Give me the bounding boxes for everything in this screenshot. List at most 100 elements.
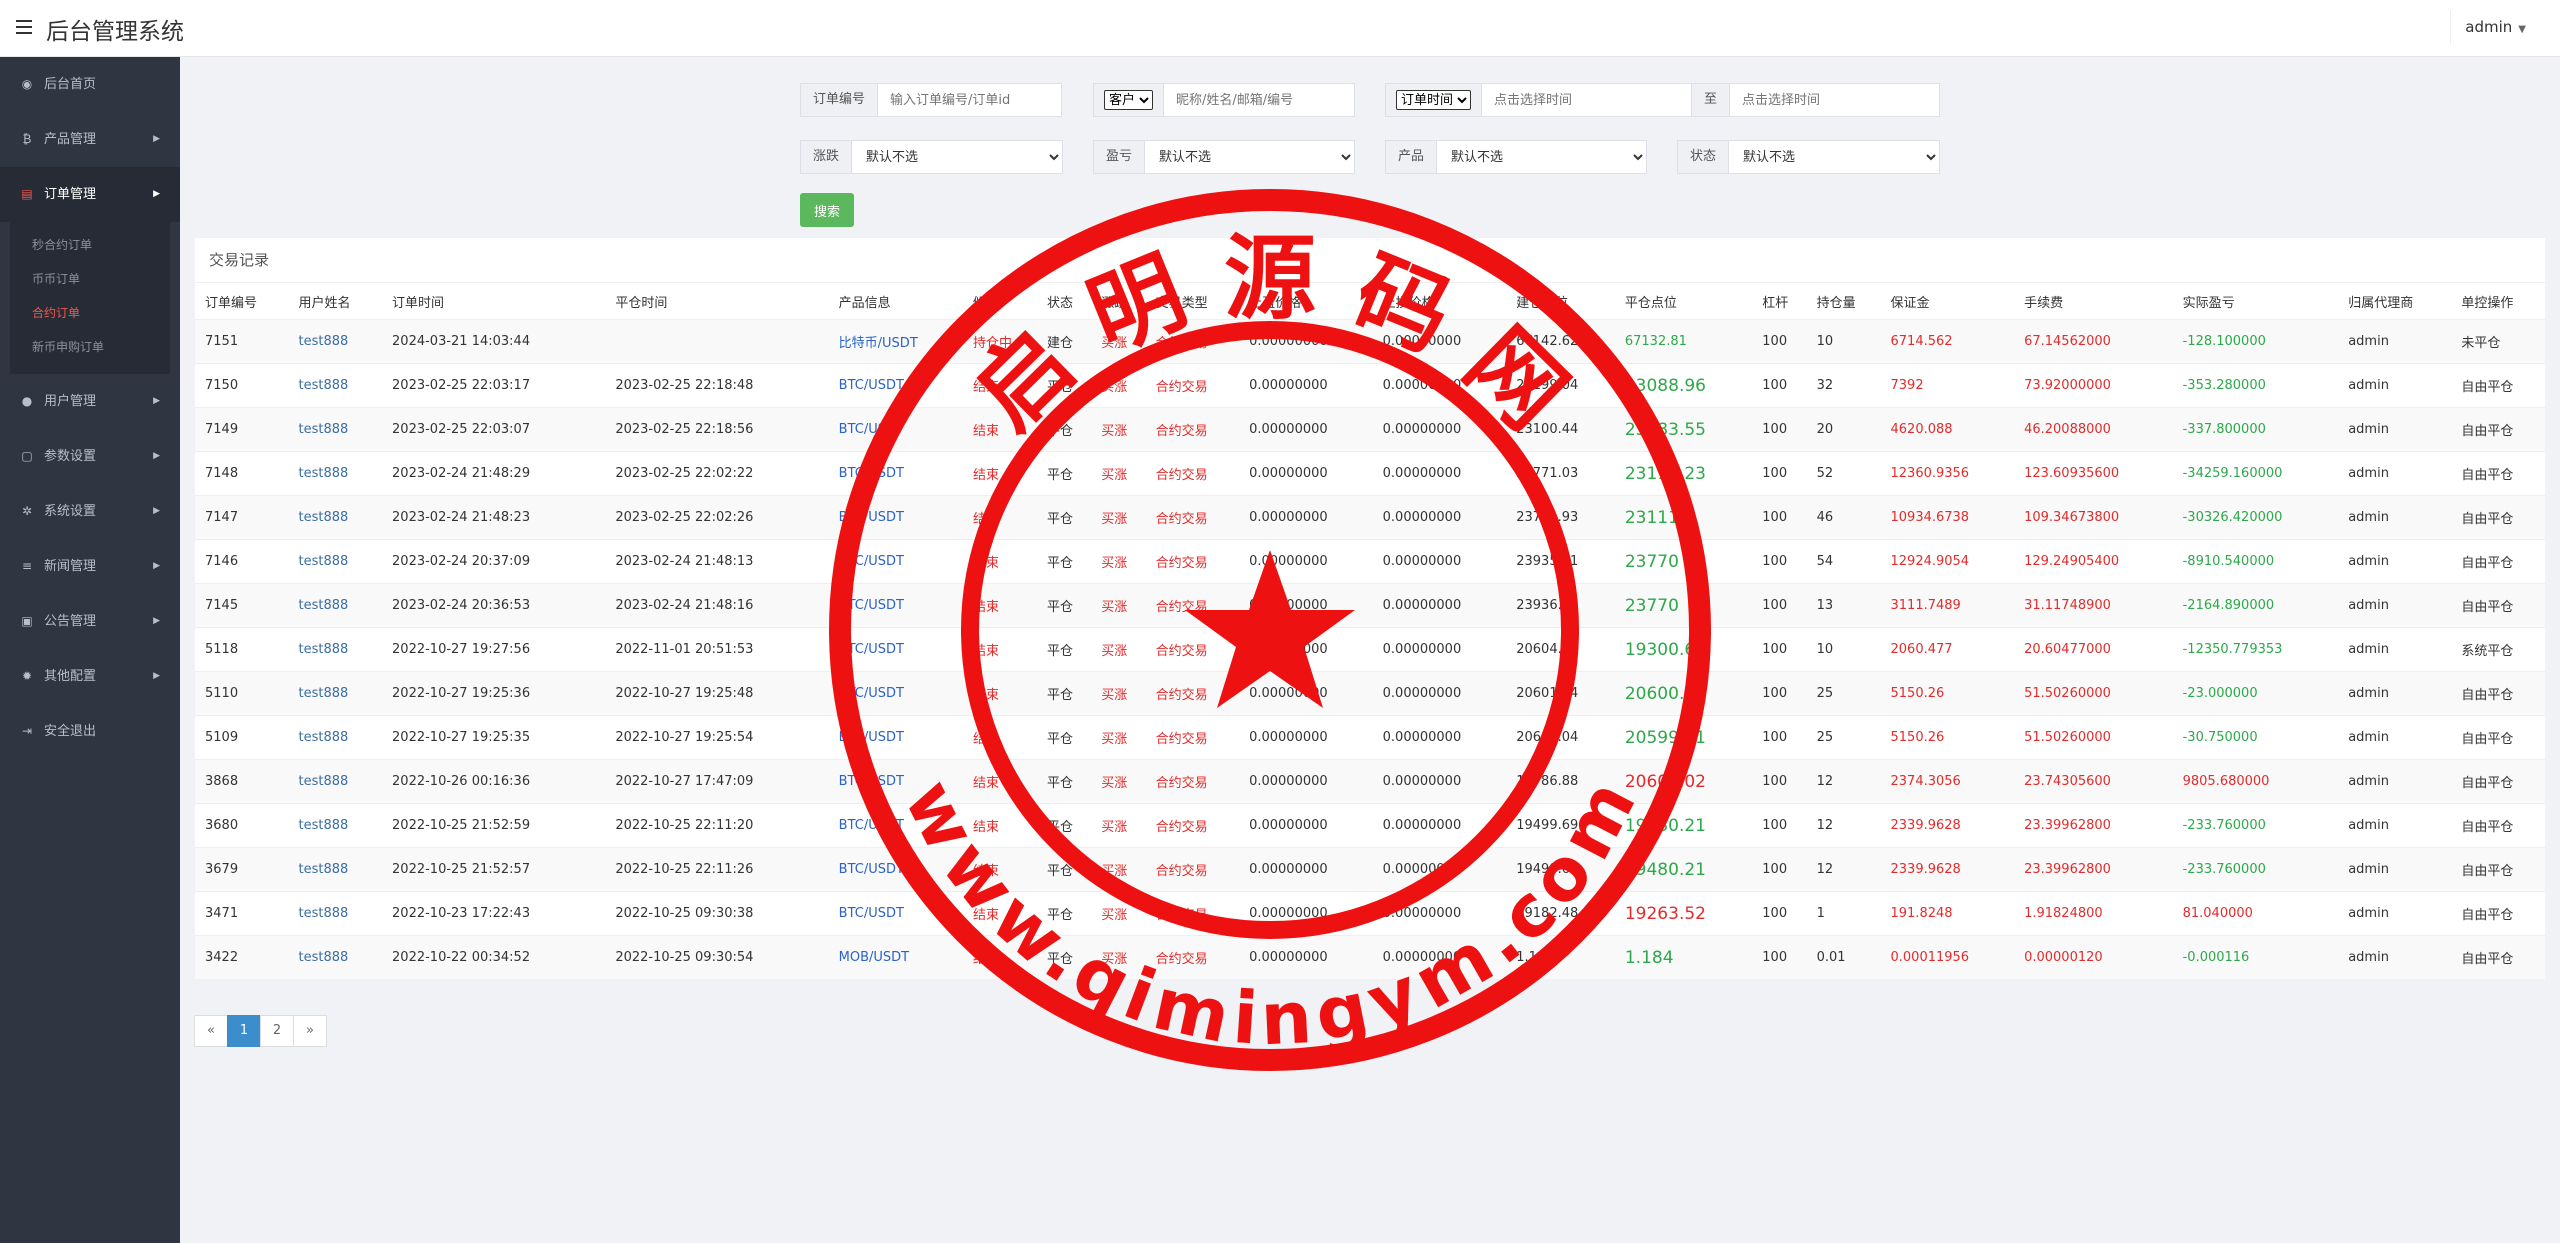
table-cell[interactable]: BTC/USDT (828, 715, 964, 760)
table-cell[interactable]: 自由平仓 (2451, 715, 2545, 760)
table-cell: -34259.160000 (2172, 451, 2339, 496)
product-select[interactable]: 默认不选 (1437, 141, 1646, 173)
column-header: 订单编号 (195, 282, 289, 320)
table-cell[interactable]: 自由平仓 (2451, 803, 2545, 848)
trade-table: 订单编号 用户姓名 订单时间 平仓时间 产品信息 倾向 状态 涨跌 交易类型 止盈价格 止损价格 建仓… (195, 282, 2545, 979)
table-cell: 合约交易 (1145, 319, 1240, 364)
table-cell: 1.184 (1614, 935, 1753, 979)
table-cell: 100 (1752, 715, 1807, 760)
table-cell[interactable]: 自由平仓 (2451, 891, 2545, 936)
table-cell[interactable]: 系统平仓 (2451, 627, 2545, 672)
table-cell: test888 (288, 759, 383, 804)
table-cell: 2022-10-22 00:34:52 (382, 935, 606, 979)
table-cell[interactable]: MOB/USDT (828, 935, 964, 979)
order-no-input[interactable] (878, 84, 1061, 116)
table-cell[interactable]: 自由平仓 (2451, 495, 2545, 540)
table-cell[interactable]: BTC/USDT (828, 627, 964, 672)
submenu-item-0[interactable]: 秒合约订单 (0, 228, 170, 262)
table-cell: 平仓 (1036, 671, 1092, 716)
table-cell: 67.14562000 (2014, 319, 2173, 364)
table-cell: 5110 (195, 671, 289, 716)
status-select[interactable]: 默认不选 (1729, 141, 1939, 173)
page-next-button[interactable]: » (293, 1015, 327, 1047)
table-cell[interactable]: BTC/USDT (828, 847, 964, 892)
table-cell: admin (2338, 363, 2452, 408)
profit-select[interactable]: 默认不选 (1145, 141, 1354, 173)
table-cell: 买涨 (1091, 583, 1146, 628)
sidebar-item-3[interactable]: ● 用户管理 ▶ (0, 374, 180, 429)
table-cell: 5150.26 (1880, 715, 2015, 760)
table-cell: 23.39962800 (2014, 803, 2173, 848)
table-cell[interactable]: 自由平仓 (2451, 759, 2545, 804)
sidebar-item-7[interactable]: ▣ 公告管理 ▶ (0, 594, 180, 649)
table-cell[interactable]: BTC/USDT (828, 539, 964, 584)
table-cell: 平仓 (1036, 891, 1092, 936)
table-cell: 100 (1752, 671, 1807, 716)
table-cell: 1.91824800 (2014, 891, 2173, 936)
page-prev-button[interactable]: « (194, 1015, 228, 1047)
table-cell: 191.8248 (1880, 891, 2015, 936)
table-cell: 2023-02-25 22:02:22 (605, 451, 829, 496)
sidebar-item-6[interactable]: ≡ 新闻管理 ▶ (0, 539, 180, 594)
table-cell[interactable]: 自由平仓 (2451, 539, 2545, 584)
sidebar-item-8[interactable]: ✹ 其他配置 ▶ (0, 649, 180, 704)
list-icon: ≡ (21, 559, 33, 573)
page-button[interactable]: 2 (260, 1015, 294, 1047)
table-cell[interactable]: BTC/USDT (828, 671, 964, 716)
table-cell[interactable]: BTC/USDT (828, 451, 964, 496)
table-cell[interactable]: 自由平仓 (2451, 583, 2545, 628)
pagination: «1 2» (194, 1015, 327, 1047)
sidebar-item-label: 用户管理 (44, 394, 97, 409)
table-cell[interactable]: 自由平仓 (2451, 935, 2545, 979)
table-cell: 平仓 (1036, 451, 1092, 496)
updown-select[interactable]: 默认不选 (852, 141, 1062, 173)
submenu-item-3[interactable]: 新币申购订单 (0, 330, 170, 364)
table-cell[interactable]: BTC/USDT (828, 363, 964, 408)
sidebar-item-5[interactable]: ✲ 系统设置 ▶ (0, 484, 180, 539)
sidebar-item-4[interactable]: ▢ 参数设置 ▶ (0, 429, 180, 484)
search-button[interactable]: 搜索 (800, 193, 854, 227)
sidebar-item-1[interactable]: ₿ 产品管理 ▶ (0, 112, 180, 167)
submenu-item-1[interactable]: 币币订单 (0, 262, 170, 296)
table-cell[interactable]: 自由平仓 (2451, 671, 2545, 716)
table-cell[interactable]: 自由平仓 (2451, 363, 2545, 408)
table-row: 3680 test888 2022-10-25 21:52:59 2022-10-25… (195, 803, 2545, 848)
time-start-input[interactable] (1482, 84, 1691, 116)
table-cell: 7149 (195, 407, 289, 452)
table-cell[interactable]: BTC/USDT (828, 803, 964, 848)
menu-toggle-icon[interactable] (16, 20, 32, 34)
time-type-select[interactable]: 订单时间 (1396, 90, 1471, 110)
time-end-input[interactable] (1730, 84, 1940, 116)
customer-input[interactable] (1164, 84, 1354, 116)
table-cell[interactable]: BTC/USDT (828, 495, 964, 540)
table-cell: 2022-10-25 09:30:54 (605, 935, 829, 979)
table-cell: 0.00000000 (1372, 319, 1507, 364)
table-cell[interactable]: BTC/USDT (828, 583, 964, 628)
product-label: 产品 (1386, 141, 1438, 173)
sidebar-item-2[interactable]: ▤ 订单管理 ▶ (0, 167, 180, 222)
table-cell: 买涨 (1091, 671, 1146, 716)
table-cell: 建仓 (1036, 319, 1092, 364)
table-cell[interactable]: 比特币/USDT (828, 319, 964, 364)
page-button[interactable]: 1 (227, 1015, 261, 1047)
column-header: 建仓点位 (1506, 282, 1615, 320)
sidebar-item-0[interactable]: ◉ 后台首页 (0, 57, 180, 112)
column-header: 实际盈亏 (2172, 282, 2339, 320)
table-cell[interactable]: 自由平仓 (2451, 407, 2545, 452)
table-cell[interactable]: 自由平仓 (2451, 847, 2545, 892)
table-cell[interactable]: BTC/USDT (828, 759, 964, 804)
sidebar-item-9[interactable]: ⇥ 安全退出 (0, 704, 180, 759)
table-cell: -30326.420000 (2172, 495, 2339, 540)
panel-title: 交易记录 (209, 251, 270, 269)
table-cell[interactable]: BTC/USDT (828, 407, 964, 452)
table-cell[interactable]: 自由平仓 (2451, 451, 2545, 496)
table-row: 7145 test888 2023-02-24 20:36:53 2023-02-24… (195, 583, 2545, 628)
table-cell: 73.92000000 (2014, 363, 2173, 408)
customer-type-select[interactable]: 客户 (1104, 90, 1153, 110)
table-cell: 81.040000 (2172, 891, 2339, 936)
table-cell[interactable]: 未平仓 (2451, 319, 2545, 364)
submenu-item-2[interactable]: 合约订单 (0, 296, 170, 330)
table-cell: 0.00000000 (1372, 363, 1507, 408)
table-cell[interactable]: BTC/USDT (828, 891, 964, 936)
user-menu[interactable]: admin ▼ (2450, 10, 2540, 44)
